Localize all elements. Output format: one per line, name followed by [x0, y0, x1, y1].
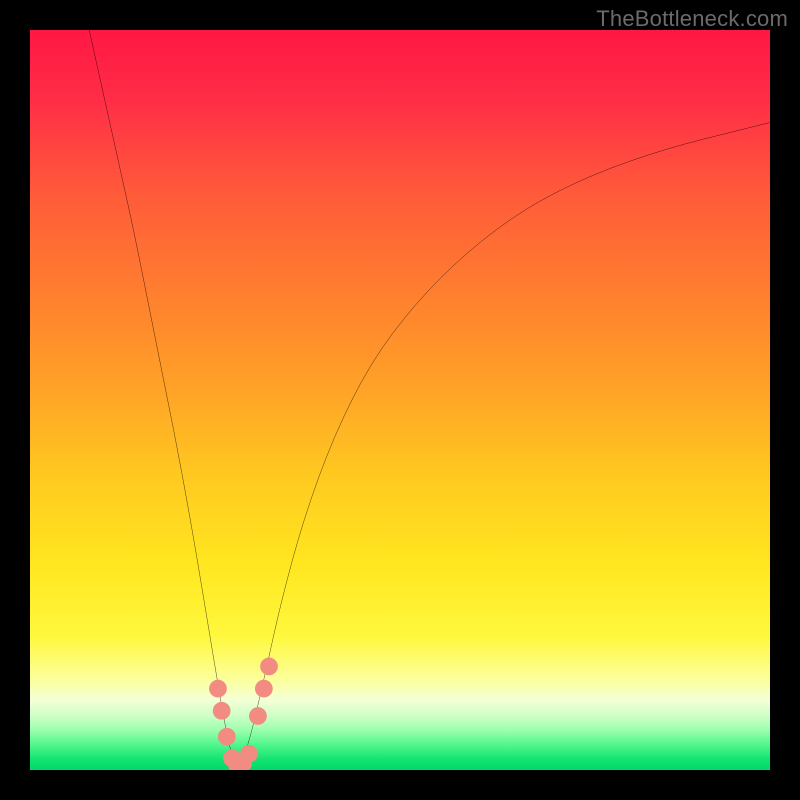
marker-layer	[209, 658, 278, 770]
marker-right-arm-mid	[255, 680, 273, 698]
marker-left-arm-top	[209, 680, 227, 698]
watermark-text: TheBottleneck.com	[596, 6, 788, 32]
chart-svg	[30, 30, 770, 770]
marker-left-arm-mid	[213, 702, 231, 720]
marker-trough-d	[240, 745, 258, 763]
marker-right-arm-low	[249, 707, 267, 725]
bottleneck-curve	[89, 30, 770, 765]
marker-right-arm-top	[260, 658, 278, 676]
marker-left-arm-low	[218, 728, 236, 746]
chart-frame: TheBottleneck.com	[0, 0, 800, 800]
plot-area	[30, 30, 770, 770]
